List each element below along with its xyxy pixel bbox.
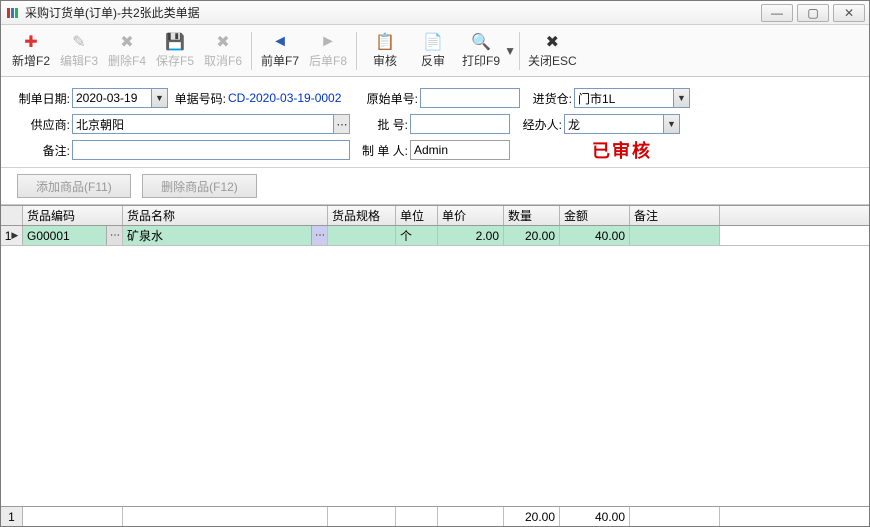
- wh-label: 进货仓:: [520, 90, 574, 107]
- del-item-button[interactable]: 删除商品(F12): [142, 174, 257, 198]
- col-code[interactable]: 货品编码: [23, 206, 123, 225]
- cell-price[interactable]: 2.00: [438, 226, 504, 245]
- audit-stamp: 已审核: [564, 137, 680, 163]
- titlebar: 采购订货单(订单)-共2张此类单据 — ▢ ✕: [1, 1, 869, 25]
- handler-label: 经办人:: [510, 116, 564, 133]
- cell-code[interactable]: G00001⋯: [23, 226, 123, 245]
- remark-label: 备注:: [17, 142, 72, 159]
- remark-field[interactable]: [72, 140, 350, 160]
- plus-icon: ✚: [21, 32, 41, 52]
- cell-qty[interactable]: 20.00: [504, 226, 560, 245]
- date-field[interactable]: 2020-03-19▼: [72, 88, 168, 108]
- toolbar-separator: [356, 32, 357, 70]
- docno-label: 单据号码:: [168, 90, 228, 107]
- cell-name[interactable]: 矿泉水⋯: [123, 226, 328, 245]
- next-button[interactable]: ►后单F8: [304, 28, 352, 74]
- chevron-down-icon[interactable]: ▼: [152, 88, 168, 108]
- save-icon: 💾: [165, 32, 185, 52]
- app-icon: [5, 5, 21, 21]
- batch-field[interactable]: [410, 114, 510, 134]
- form-panel: 制单日期: 2020-03-19▼ 单据号码: CD-2020-03-19-00…: [1, 77, 869, 168]
- footer-idx: 1: [1, 507, 23, 526]
- unaudit-button[interactable]: 📄反审: [409, 28, 457, 74]
- ellipsis-icon[interactable]: ⋯: [106, 226, 122, 245]
- arrow-right-icon: ►: [318, 32, 338, 52]
- table-row[interactable]: 1▶ G00001⋯ 矿泉水⋯ 个 2.00 20.00 40.00: [1, 226, 869, 246]
- row-marker: 1▶: [1, 226, 23, 245]
- delete-icon: ✖: [117, 32, 137, 52]
- minimize-button[interactable]: —: [761, 4, 793, 22]
- cancel-button[interactable]: ✖取消F6: [199, 28, 247, 74]
- docno-value: CD-2020-03-19-0002: [228, 91, 360, 105]
- cell-spec[interactable]: [328, 226, 396, 245]
- chevron-down-icon[interactable]: ▼: [664, 114, 680, 134]
- batch-label: 批 号:: [350, 116, 410, 133]
- data-grid: 货品编码 货品名称 货品规格 单位 单价 数量 金额 备注 1▶ G00001⋯…: [1, 205, 869, 526]
- date-label: 制单日期:: [17, 90, 72, 107]
- delete-button[interactable]: ✖删除F4: [103, 28, 151, 74]
- window-title: 采购订货单(订单)-共2张此类单据: [25, 4, 757, 21]
- chevron-down-icon[interactable]: ▼: [674, 88, 690, 108]
- undo-doc-icon: 📄: [423, 32, 443, 52]
- app-window: 采购订货单(订单)-共2张此类单据 — ▢ ✕ ✚新增F2 ✎编辑F3 ✖删除F…: [0, 0, 870, 527]
- cancel-icon: ✖: [213, 32, 233, 52]
- col-name[interactable]: 货品名称: [123, 206, 328, 225]
- print-dropdown[interactable]: ▼: [505, 28, 515, 74]
- audit-button[interactable]: 📋审核: [361, 28, 409, 74]
- edit-button[interactable]: ✎编辑F3: [55, 28, 103, 74]
- origno-label: 原始单号:: [360, 90, 420, 107]
- grid-body: 1▶ G00001⋯ 矿泉水⋯ 个 2.00 20.00 40.00: [1, 226, 869, 506]
- wh-field[interactable]: 门市1L▼: [574, 88, 690, 108]
- close-icon: ✖: [542, 32, 562, 52]
- col-unit[interactable]: 单位: [396, 206, 438, 225]
- origno-field[interactable]: [420, 88, 520, 108]
- col-amt[interactable]: 金额: [560, 206, 630, 225]
- col-price[interactable]: 单价: [438, 206, 504, 225]
- arrow-left-icon: ◄: [270, 32, 290, 52]
- maker-label: 制 单 人:: [350, 142, 410, 159]
- maximize-button[interactable]: ▢: [797, 4, 829, 22]
- save-button[interactable]: 💾保存F5: [151, 28, 199, 74]
- cell-unit[interactable]: 个: [396, 226, 438, 245]
- toolbar-separator: [519, 32, 520, 70]
- supplier-field[interactable]: 北京朝阳⋯: [72, 114, 350, 134]
- current-row-icon: ▶: [11, 230, 18, 241]
- print-button[interactable]: 🔍打印F9: [457, 28, 505, 74]
- cell-amt[interactable]: 40.00: [560, 226, 630, 245]
- col-spec[interactable]: 货品规格: [328, 206, 396, 225]
- col-qty[interactable]: 数量: [504, 206, 560, 225]
- col-note[interactable]: 备注: [630, 206, 720, 225]
- grid-buttons: 添加商品(F11) 删除商品(F12): [1, 168, 869, 205]
- ellipsis-icon[interactable]: ⋯: [311, 226, 327, 245]
- toolbar-separator: [251, 32, 252, 70]
- grid-header: 货品编码 货品名称 货品规格 单位 单价 数量 金额 备注: [1, 206, 869, 226]
- add-item-button[interactable]: 添加商品(F11): [17, 174, 131, 198]
- check-doc-icon: 📋: [375, 32, 395, 52]
- new-button[interactable]: ✚新增F2: [7, 28, 55, 74]
- grid-footer: 1 20.00 40.00: [1, 506, 869, 526]
- toolbar: ✚新增F2 ✎编辑F3 ✖删除F4 💾保存F5 ✖取消F6 ◄前单F7 ►后单F…: [1, 25, 869, 77]
- edit-icon: ✎: [69, 32, 89, 52]
- prev-button[interactable]: ◄前单F7: [256, 28, 304, 74]
- print-icon: 🔍: [471, 32, 491, 52]
- footer-amt: 40.00: [560, 507, 630, 526]
- cell-note[interactable]: [630, 226, 720, 245]
- close-app-button[interactable]: ✖关闭ESC: [524, 28, 581, 74]
- handler-field[interactable]: 龙▼: [564, 114, 680, 134]
- close-button[interactable]: ✕: [833, 4, 865, 22]
- ellipsis-icon[interactable]: ⋯: [334, 114, 350, 134]
- footer-qty: 20.00: [504, 507, 560, 526]
- maker-field: Admin: [410, 140, 510, 160]
- window-controls: — ▢ ✕: [757, 4, 865, 22]
- supplier-label: 供应商:: [17, 116, 72, 133]
